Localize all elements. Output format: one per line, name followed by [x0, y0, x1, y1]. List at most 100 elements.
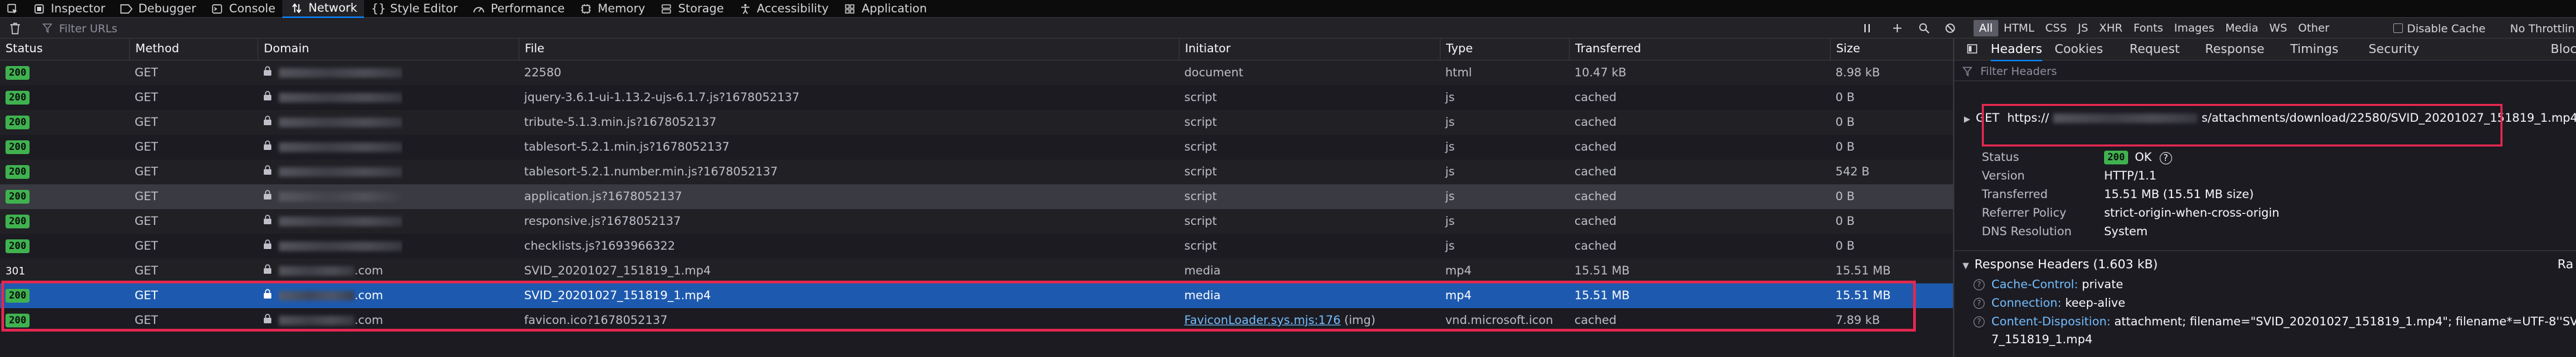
block-button[interactable]: Bloc	[2551, 39, 2576, 60]
tab-debugger[interactable]: Debugger	[112, 0, 203, 18]
tab-accessibility[interactable]: Accessibility	[731, 0, 836, 18]
filter-media-button[interactable]: Media	[2219, 20, 2263, 36]
table-row[interactable]: 200 GET 22580 document html 10.47 kB 8.9…	[0, 61, 1953, 85]
tab-timings[interactable]: Timings	[2290, 39, 2338, 60]
pause-button[interactable]	[1860, 21, 1875, 35]
type-cell: js	[1445, 140, 1455, 154]
filter-html-button[interactable]: HTML	[1998, 20, 2040, 36]
tab-security[interactable]: Security	[2369, 39, 2419, 60]
tab-style-editor[interactable]: {} Style Editor	[364, 0, 464, 18]
table-row[interactable]: 200 GET tribute-5.1.3.min.js?1678052137 …	[0, 110, 1953, 135]
header-value: private	[2081, 278, 2123, 292]
url-highlight-annotation	[1982, 104, 2502, 147]
style-editor-icon: {}	[371, 1, 386, 16]
tab-application[interactable]: Application	[835, 0, 934, 18]
tab-console[interactable]: Console	[203, 0, 282, 18]
transferred-label: Transferred	[1982, 188, 2048, 202]
version-label: Version	[1982, 169, 2025, 183]
column-transferred[interactable]: Transferred	[1569, 39, 1830, 60]
column-size[interactable]: Size	[1830, 39, 1953, 60]
requests-table: Status Method Domain File Initiator Type…	[0, 39, 1953, 357]
tab-storage[interactable]: Storage	[652, 0, 731, 18]
throttling-select[interactable]: No Throttlin	[2510, 20, 2575, 36]
status-code: 301	[5, 265, 25, 277]
response-headers-toggle[interactable]: ▼ Response Headers (1.603 kB)	[1963, 257, 2158, 272]
tab-request[interactable]: Request	[2129, 39, 2180, 60]
transferred-cell: cached	[1574, 165, 1617, 179]
column-file[interactable]: File	[519, 39, 1179, 60]
tab-network[interactable]: Network	[282, 0, 364, 18]
block-requests-button[interactable]	[1943, 21, 1958, 35]
raw-toggle[interactable]: Ra	[2557, 257, 2573, 272]
clear-requests-button[interactable]	[10, 22, 21, 37]
column-domain[interactable]: Domain	[258, 39, 519, 60]
filter-fonts-button[interactable]: Fonts	[2128, 20, 2169, 36]
new-request-button[interactable]	[1890, 21, 1905, 35]
filter-ws-button[interactable]: WS	[2264, 20, 2293, 36]
filter-headers-input[interactable]	[1979, 63, 2531, 79]
inspector-icon	[32, 3, 47, 15]
tab-performance[interactable]: Performance	[464, 0, 572, 18]
type-cell: js	[1445, 165, 1455, 179]
method-cell: GET	[135, 239, 159, 253]
table-row[interactable]: 301 GET .com SVID_20201027_151819_1.mp4 …	[0, 259, 1953, 283]
request-details-panel: Headers Cookies Request Response Timings…	[1954, 39, 2576, 357]
status-badge: 200	[5, 289, 30, 303]
status-text: OK	[2134, 151, 2152, 164]
pick-element-icon	[7, 3, 17, 14]
column-type[interactable]: Type	[1440, 39, 1569, 60]
header-row[interactable]: ? Connection: keep-alive	[1974, 296, 2125, 310]
disable-cache-checkbox[interactable]: Disable Cache	[2393, 20, 2485, 36]
lock-icon	[263, 135, 272, 160]
filter-other-button[interactable]: Other	[2293, 20, 2335, 36]
table-row[interactable]: 200 GET jquery-3.6.1-ui-1.13.2-ujs-6.1.7…	[0, 85, 1953, 110]
disable-cache-label: Disable Cache	[2407, 21, 2486, 35]
table-row[interactable]: 200 GET tablesort-5.2.1.number.min.js?16…	[0, 160, 1953, 184]
size-cell: 0 B	[1835, 140, 1855, 154]
filter-all-button[interactable]: All	[1974, 20, 1998, 36]
lock-icon	[263, 259, 272, 283]
filter-css-button[interactable]: CSS	[2040, 20, 2072, 36]
tab-cookies[interactable]: Cookies	[2055, 39, 2103, 60]
header-row[interactable]: ? Content-Disposition: attachment; filena…	[1974, 315, 2576, 329]
table-row[interactable]: 200 GET responsive.js?1678052137 script …	[0, 209, 1953, 234]
table-header: Status Method Domain File Initiator Type…	[0, 39, 1953, 61]
network-toolbar: All HTML CSS JS XHR Fonts Images Media W…	[0, 18, 2576, 39]
initiator-link[interactable]: FaviconLoader.sys.mjs:176	[1184, 314, 1341, 327]
tab-memory[interactable]: Memory	[572, 0, 652, 18]
filter-xhr-button[interactable]: XHR	[2094, 20, 2128, 36]
table-row[interactable]: 200 GET application.js?1678052137 script…	[0, 184, 1953, 209]
column-method[interactable]: Method	[129, 39, 258, 60]
tab-response[interactable]: Response	[2205, 39, 2264, 60]
tab-label: Inspector	[51, 1, 106, 16]
column-status[interactable]: Status	[0, 39, 129, 60]
header-name: Connection:	[1991, 296, 2061, 310]
search-button[interactable]	[1917, 21, 1932, 35]
tab-inspector[interactable]: Inspector	[25, 0, 112, 18]
filter-urls-input[interactable]	[58, 19, 1297, 37]
tab-label: Performance	[490, 1, 565, 16]
element-picker-button[interactable]	[0, 0, 25, 18]
filter-icon	[42, 23, 53, 36]
toggle-panel-button[interactable]	[1967, 43, 1978, 57]
tab-headers[interactable]: Headers	[1991, 39, 2042, 61]
column-initiator[interactable]: Initiator	[1179, 39, 1440, 60]
method-cell: GET	[135, 140, 159, 154]
header-row[interactable]: ? Cache-Control: private	[1974, 278, 2123, 292]
header-name: Cache-Control:	[1991, 278, 2079, 292]
table-row[interactable]: 200 GET tablesort-5.2.1.min.js?167805213…	[0, 135, 1953, 160]
table-row-selected[interactable]: 200 GET .com SVID_20201027_151819_1.mp4 …	[0, 283, 1953, 308]
transferred-cell: 15.51 MB	[1574, 264, 1630, 278]
help-icon[interactable]: ?	[2159, 152, 2172, 164]
tab-label: Memory	[598, 1, 646, 16]
type-cell: vnd.microsoft.icon	[1445, 314, 1553, 327]
redacted-domain	[279, 266, 354, 276]
method-cell: GET	[135, 314, 159, 327]
size-cell: 7.89 kB	[1835, 314, 1880, 327]
filter-images-button[interactable]: Images	[2169, 20, 2219, 36]
collapse-arrow-icon: ▼	[1963, 261, 1969, 270]
filter-js-button[interactable]: JS	[2072, 20, 2094, 36]
table-row[interactable]: 200 GET checklists.js?1693966322 script …	[0, 234, 1953, 259]
method-cell: GET	[135, 66, 159, 80]
table-row[interactable]: 200 GET .com favicon.ico?1678052137 Favi…	[0, 308, 1953, 333]
